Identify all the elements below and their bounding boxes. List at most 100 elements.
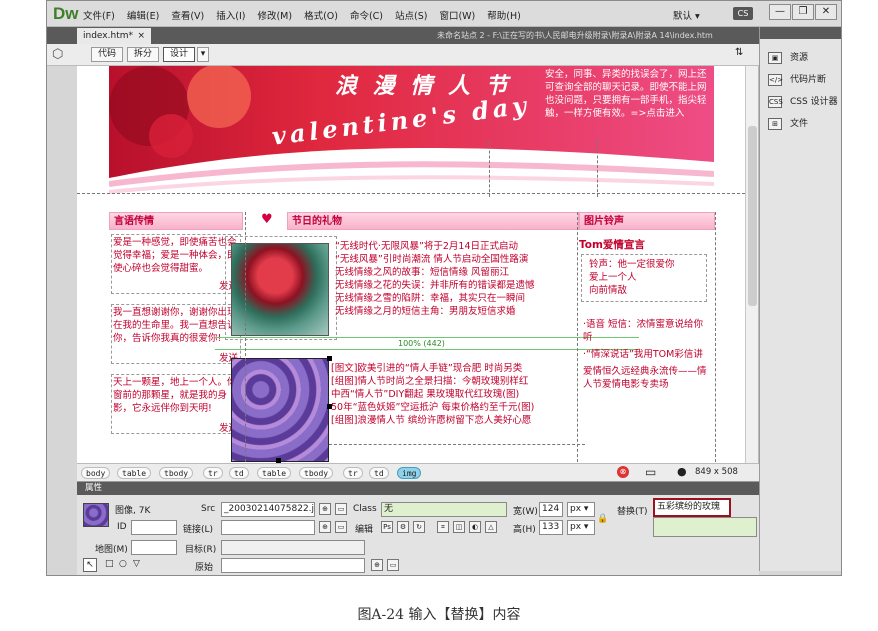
crop-icon[interactable]: ⌗ bbox=[437, 521, 449, 533]
news-item[interactable]: “无线时代·无限风暴”将于2月14日正式启动 bbox=[335, 240, 585, 253]
width-field[interactable]: 124 bbox=[539, 502, 563, 517]
tag-tbody[interactable]: tbody bbox=[299, 467, 334, 479]
news-item[interactable]: 无线情缘之月的短信主角：男朋友短信求婚 bbox=[335, 305, 585, 318]
lock-icon[interactable]: 🔒 bbox=[597, 514, 608, 524]
point-to-file-icon[interactable]: ⊕ bbox=[319, 521, 331, 533]
split-view-button[interactable]: 拆分 bbox=[127, 47, 159, 62]
news-item[interactable]: 无线情缘之雪的陷阱：幸福，其实只在一瞬间 bbox=[335, 292, 585, 305]
tag-td[interactable]: td bbox=[369, 467, 389, 479]
sharpen-icon[interactable]: △ bbox=[485, 521, 497, 533]
workspace-switcher[interactable]: 默认 ▾ bbox=[673, 8, 700, 22]
resample-icon[interactable]: ◫ bbox=[453, 521, 465, 533]
news-item[interactable]: [组图]浪漫情人节 缤纷许愿树留下恋人美好心愿 bbox=[331, 414, 587, 427]
vertical-scrollbar[interactable] bbox=[745, 66, 758, 463]
news-item[interactable]: “无线风暴”引时尚潮流 情人节启动全国性路演 bbox=[335, 253, 585, 266]
close-button[interactable]: ✕ bbox=[815, 4, 837, 20]
polygon-hotspot-icon[interactable]: ▽ bbox=[133, 559, 140, 569]
menu-format[interactable]: 格式(O) bbox=[304, 8, 338, 22]
menu-window[interactable]: 窗口(W) bbox=[439, 8, 475, 22]
menu-site[interactable]: 站点(S) bbox=[395, 8, 427, 22]
design-view[interactable]: 浪 漫 情 人 节 valentine's day 安全，同事、异类的找误会了，… bbox=[77, 66, 759, 463]
edit-image-icon[interactable]: Ps bbox=[381, 521, 393, 533]
alt-field[interactable]: 五彩缤纷的玫瑰 bbox=[653, 498, 731, 517]
window-size[interactable]: 849 x 508 bbox=[695, 467, 738, 477]
ringtone-item[interactable]: 爱上一个人 bbox=[589, 271, 707, 284]
ringtone-item[interactable]: 铃声：他一定很爱你 bbox=[589, 258, 707, 271]
tag-tbody[interactable]: tbody bbox=[159, 467, 194, 479]
close-icon[interactable]: × bbox=[137, 28, 145, 44]
document-toolbar: ⬡ 代码 拆分 设计 ▾ ⇅ bbox=[47, 44, 759, 66]
menu-modify[interactable]: 修改(M) bbox=[257, 8, 292, 22]
stop-icon[interactable]: ⊗ bbox=[617, 466, 629, 478]
live-view-icon[interactable]: ⬡ bbox=[52, 47, 68, 63]
height-field[interactable]: 133 bbox=[539, 520, 563, 535]
tag-img[interactable]: img bbox=[397, 467, 422, 479]
promo-item[interactable]: 爱情恒久远经典永流传——情人节爱情电影专卖场 bbox=[583, 365, 707, 391]
tag-table[interactable]: table bbox=[117, 467, 152, 479]
section-header-right: 图片铃声 bbox=[579, 212, 715, 230]
document-tab[interactable]: index.htm* × bbox=[77, 28, 151, 44]
tag-td[interactable]: td bbox=[229, 467, 249, 479]
panel-assets[interactable]: ▣ 资源 bbox=[760, 47, 841, 69]
news-item[interactable]: [组图]情人节时尚之全景扫描：今朝玫瑰别样红 bbox=[331, 375, 587, 388]
class-select[interactable]: 无 bbox=[381, 502, 507, 517]
menu-insert[interactable]: 插入(I) bbox=[216, 8, 245, 22]
menu-help[interactable]: 帮助(H) bbox=[487, 8, 521, 22]
height-unit-select[interactable]: px ▾ bbox=[567, 520, 595, 535]
sort-icon[interactable]: ⇅ bbox=[735, 47, 743, 58]
menu-edit[interactable]: 编辑(E) bbox=[127, 8, 159, 22]
menu-view[interactable]: 查看(V) bbox=[171, 8, 204, 22]
news-item[interactable]: [图文]欧美引进的“情人手链”现合肥 时尚另类 bbox=[331, 362, 587, 375]
table-border bbox=[597, 141, 598, 197]
panel-files[interactable]: ⊞ 文件 bbox=[760, 113, 841, 135]
news-item[interactable]: 无线情缘之风的故事：短信情缘 风留丽江 bbox=[335, 266, 585, 279]
rect-hotspot-icon[interactable]: □ bbox=[105, 559, 114, 569]
brightness-icon[interactable]: ◐ bbox=[469, 521, 481, 533]
section-header-left: 言语传情 bbox=[109, 212, 243, 230]
design-view-button[interactable]: 设计 bbox=[163, 47, 195, 62]
tag-tr[interactable]: tr bbox=[203, 467, 223, 479]
restore-button[interactable]: ❐ bbox=[792, 4, 814, 20]
link-field[interactable] bbox=[221, 520, 315, 535]
pointer-tool-icon[interactable]: ↖ bbox=[83, 558, 97, 572]
code-view-button[interactable]: 代码 bbox=[91, 47, 123, 62]
ringtone-item[interactable]: 向前情敌 bbox=[589, 284, 707, 297]
minimize-button[interactable]: — bbox=[769, 4, 791, 20]
banner-text[interactable]: 安全，同事、异类的找误会了，网上还可查询全部的聊天记录。即使不能上网也没问题，只… bbox=[545, 68, 711, 120]
tag-tr[interactable]: tr bbox=[343, 467, 363, 479]
news-item[interactable]: 中西“情人节”DIY翻起 果玫瑰取代红玫瑰(图) bbox=[331, 388, 587, 401]
tag-body[interactable]: body bbox=[81, 467, 111, 479]
point-to-file-icon[interactable]: ⊕ bbox=[371, 559, 383, 571]
point-to-file-icon[interactable]: ⊕ bbox=[319, 503, 331, 515]
folder-icon[interactable]: ▭ bbox=[335, 521, 347, 533]
panel-css-designer[interactable]: CSS CSS 设计器 bbox=[760, 91, 841, 113]
panel-snippets[interactable]: </> 代码片断 bbox=[760, 69, 841, 91]
news-item[interactable]: 50年“蓝色妖姬”空运抵沪 每束价格约至千元(图) bbox=[331, 401, 587, 414]
src-field[interactable]: _20030214075822.jpg bbox=[221, 502, 315, 517]
map-label: 地图(M) bbox=[95, 545, 128, 555]
promo-item[interactable]: ·“情深说话”我用TOM彩信讲 bbox=[583, 348, 707, 361]
folder-icon[interactable]: ▭ bbox=[335, 503, 347, 515]
original-field[interactable] bbox=[221, 558, 365, 573]
cs-live-button[interactable]: CS bbox=[733, 7, 753, 20]
map-field[interactable] bbox=[131, 540, 177, 555]
folder-icon[interactable]: ▭ bbox=[387, 559, 399, 571]
target-select[interactable] bbox=[221, 540, 365, 555]
tag-table[interactable]: table bbox=[257, 467, 292, 479]
resize-handle[interactable] bbox=[327, 356, 332, 361]
news-list: “无线时代·无限风暴”将于2月14日正式启动 “无线风暴”引时尚潮流 情人节启动… bbox=[335, 240, 585, 318]
device-preview-icon[interactable]: ▭ bbox=[645, 465, 656, 479]
settings-icon[interactable]: ⚙ bbox=[397, 521, 409, 533]
globe-icon[interactable]: ● bbox=[677, 465, 687, 478]
alt-input-area[interactable] bbox=[653, 517, 757, 537]
width-unit-select[interactable]: px ▾ bbox=[567, 502, 595, 517]
menu-commands[interactable]: 命令(C) bbox=[350, 8, 383, 22]
circle-hotspot-icon[interactable]: ○ bbox=[119, 559, 127, 569]
scroll-thumb[interactable] bbox=[748, 126, 757, 306]
chevron-down-icon[interactable]: ▾ bbox=[197, 47, 209, 62]
promo-item[interactable]: ·语音 短信：浓情蜜意说给你听 bbox=[583, 318, 707, 344]
menu-file[interactable]: 文件(F) bbox=[83, 8, 115, 22]
id-field[interactable] bbox=[131, 520, 177, 535]
update-icon[interactable]: ↻ bbox=[413, 521, 425, 533]
news-item[interactable]: 无线情缘之花的失误：并非所有的错误都是遗憾 bbox=[335, 279, 585, 292]
